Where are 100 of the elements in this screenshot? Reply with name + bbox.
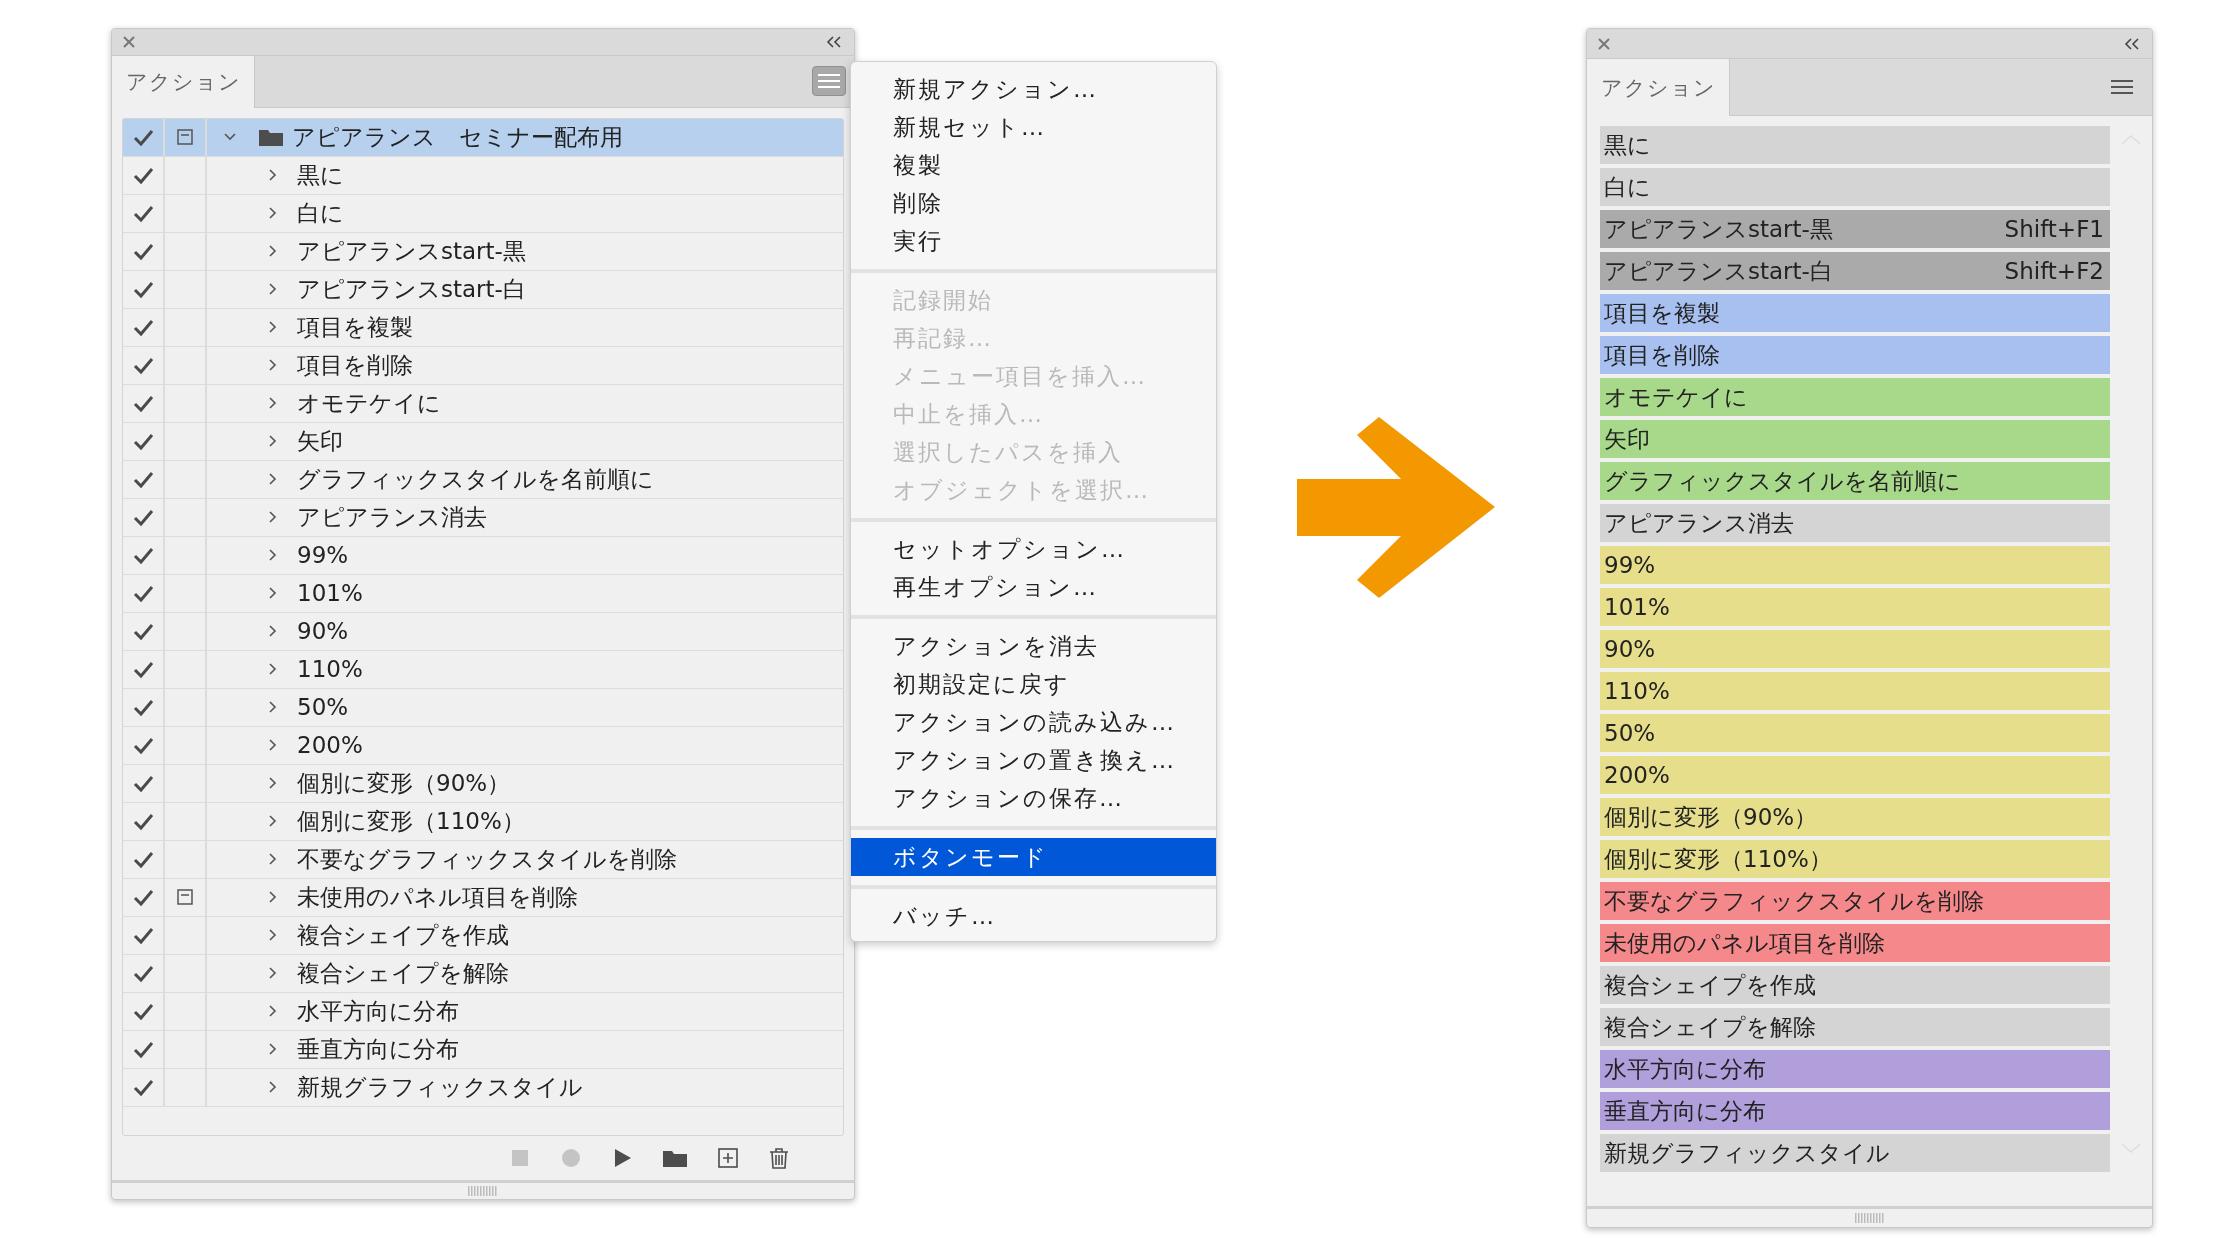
action-button[interactable]: 矢印 — [1600, 420, 2110, 458]
action-button[interactable]: 200% — [1600, 756, 2110, 794]
checkmark-icon[interactable] — [132, 279, 154, 300]
checkmark-icon[interactable] — [132, 621, 154, 642]
checkmark-icon[interactable] — [132, 241, 154, 262]
action-button[interactable]: アピアランスstart-黒 Shift+F1 — [1600, 210, 2110, 248]
action-button[interactable]: グラフィックスタイルを名前順に — [1600, 462, 2110, 500]
action-button[interactable]: 不要なグラフィックスタイルを削除 — [1600, 882, 2110, 920]
menu-item[interactable]: 実行 — [851, 222, 1216, 260]
action-row[interactable]: グラフィックスタイルを名前順に — [123, 460, 843, 499]
collapse-icon[interactable] — [826, 36, 842, 49]
menu-item[interactable]: 新規アクション… — [851, 70, 1216, 108]
menu-item[interactable]: アクションの置き換え… — [851, 741, 1216, 779]
action-row[interactable]: 90% — [123, 612, 843, 651]
action-row[interactable]: 複合シェイプを作成 — [123, 916, 843, 955]
action-row[interactable]: 白に — [123, 194, 843, 233]
menu-item[interactable]: 再生オプション… — [851, 568, 1216, 606]
checkmark-icon[interactable] — [132, 393, 154, 414]
action-button[interactable]: 項目を削除 — [1600, 336, 2110, 374]
dialog-toggle-icon[interactable] — [177, 129, 193, 146]
checkmark-icon[interactable] — [132, 963, 154, 984]
trash-icon[interactable] — [768, 1146, 790, 1169]
checkmark-icon[interactable] — [132, 887, 154, 908]
menu-item[interactable]: 削除 — [851, 184, 1216, 222]
checkmark-icon[interactable] — [132, 583, 154, 604]
checkmark-icon[interactable] — [132, 1001, 154, 1022]
action-row[interactable]: 101% — [123, 574, 843, 613]
menu-item[interactable]: 新規セット… — [851, 108, 1216, 146]
checkmark-icon[interactable] — [132, 469, 154, 490]
resize-grip[interactable] — [468, 1185, 498, 1196]
action-button[interactable]: 項目を複製 — [1600, 294, 2110, 332]
action-row[interactable]: アピアランスstart-黒 — [123, 232, 843, 271]
action-row[interactable]: アピアランスstart-白 — [123, 270, 843, 309]
checkmark-icon[interactable] — [132, 773, 154, 794]
action-button[interactable]: 黒に — [1600, 126, 2110, 164]
menu-item[interactable]: ボタンモード — [851, 838, 1216, 876]
action-row[interactable]: 50% — [123, 688, 843, 727]
action-button[interactable]: 個別に変形（90%） — [1600, 798, 2110, 836]
dialog-toggle-icon[interactable] — [177, 889, 193, 906]
checkmark-icon[interactable] — [132, 697, 154, 718]
action-button[interactable]: 50% — [1600, 714, 2110, 752]
action-button[interactable]: 複合シェイプを解除 — [1600, 1008, 2110, 1046]
checkmark-icon[interactable] — [132, 849, 154, 870]
resize-grip[interactable] — [1854, 1213, 1885, 1223]
action-row[interactable]: 新規グラフィックスタイル — [123, 1068, 843, 1107]
action-row[interactable]: 項目を削除 — [123, 346, 843, 385]
action-row[interactable]: 水平方向に分布 — [123, 992, 843, 1031]
action-button[interactable]: 垂直方向に分布 — [1600, 1092, 2110, 1130]
checkmark-icon[interactable] — [132, 925, 154, 946]
checkmark-icon[interactable] — [132, 203, 154, 224]
panel-tab[interactable]: アクション — [1587, 59, 1730, 116]
action-button[interactable]: 新規グラフィックスタイル — [1600, 1134, 2110, 1172]
action-row[interactable]: 不要なグラフィックスタイルを削除 — [123, 840, 843, 879]
checkmark-icon[interactable] — [132, 545, 154, 566]
panel-tab[interactable]: アクション — [112, 56, 255, 108]
action-row[interactable]: 垂直方向に分布 — [123, 1030, 843, 1069]
action-row[interactable]: 110% — [123, 650, 843, 689]
action-row[interactable]: 個別に変形（110%） — [123, 802, 843, 841]
menu-item[interactable]: バッチ… — [851, 897, 1216, 935]
checkmark-icon[interactable] — [132, 1077, 154, 1098]
action-row[interactable]: 未使用のパネル項目を削除 — [123, 878, 843, 917]
menu-item[interactable]: 複製 — [851, 146, 1216, 184]
menu-item[interactable]: アクションを消去 — [851, 627, 1216, 665]
checkmark-icon[interactable] — [132, 735, 154, 756]
new-item-icon[interactable] — [717, 1146, 739, 1169]
close-icon[interactable] — [122, 35, 136, 50]
collapse-icon[interactable] — [2124, 37, 2140, 50]
action-button[interactable]: 複合シェイプを作成 — [1600, 966, 2110, 1004]
action-button[interactable]: 101% — [1600, 588, 2110, 626]
action-row[interactable]: 個別に変形（90%） — [123, 764, 843, 803]
checkmark-icon[interactable] — [132, 1039, 154, 1060]
checkmark-icon[interactable] — [132, 811, 154, 832]
action-row[interactable]: 複合シェイプを解除 — [123, 954, 843, 993]
action-button[interactable]: 水平方向に分布 — [1600, 1050, 2110, 1088]
checkmark-icon[interactable] — [132, 659, 154, 680]
action-row[interactable]: 項目を複製 — [123, 308, 843, 347]
action-row[interactable]: 矢印 — [123, 422, 843, 461]
action-row[interactable]: 200% — [123, 726, 843, 765]
action-row[interactable]: 99% — [123, 536, 843, 575]
action-row[interactable]: アピアランス消去 — [123, 498, 843, 537]
action-set-row[interactable]: アピアランス セミナー配布用 — [123, 118, 843, 157]
action-row[interactable]: 黒に — [123, 156, 843, 195]
checkmark-icon[interactable] — [132, 165, 154, 186]
action-button[interactable]: 白に — [1600, 168, 2110, 206]
action-button[interactable]: アピアランス消去 — [1600, 504, 2110, 542]
action-button[interactable]: 99% — [1600, 546, 2110, 584]
menu-item[interactable]: アクションの読み込み… — [851, 703, 1216, 741]
checkmark-icon[interactable] — [132, 355, 154, 376]
action-button[interactable]: アピアランスstart-白 Shift+F2 — [1600, 252, 2110, 290]
checkmark-icon[interactable] — [132, 317, 154, 338]
menu-item[interactable]: セットオプション… — [851, 530, 1216, 568]
action-button[interactable]: 個別に変形（110%） — [1600, 840, 2110, 878]
action-button[interactable]: オモテケイに — [1600, 378, 2110, 416]
close-icon[interactable] — [1597, 36, 1611, 51]
menu-item[interactable]: アクションの保存… — [851, 779, 1216, 817]
action-button[interactable]: 未使用のパネル項目を削除 — [1600, 924, 2110, 962]
checkmark-icon[interactable] — [132, 431, 154, 452]
checkmark-icon[interactable] — [132, 507, 154, 528]
menu-item[interactable]: 初期設定に戻す — [851, 665, 1216, 703]
action-row[interactable]: オモテケイに — [123, 384, 843, 423]
